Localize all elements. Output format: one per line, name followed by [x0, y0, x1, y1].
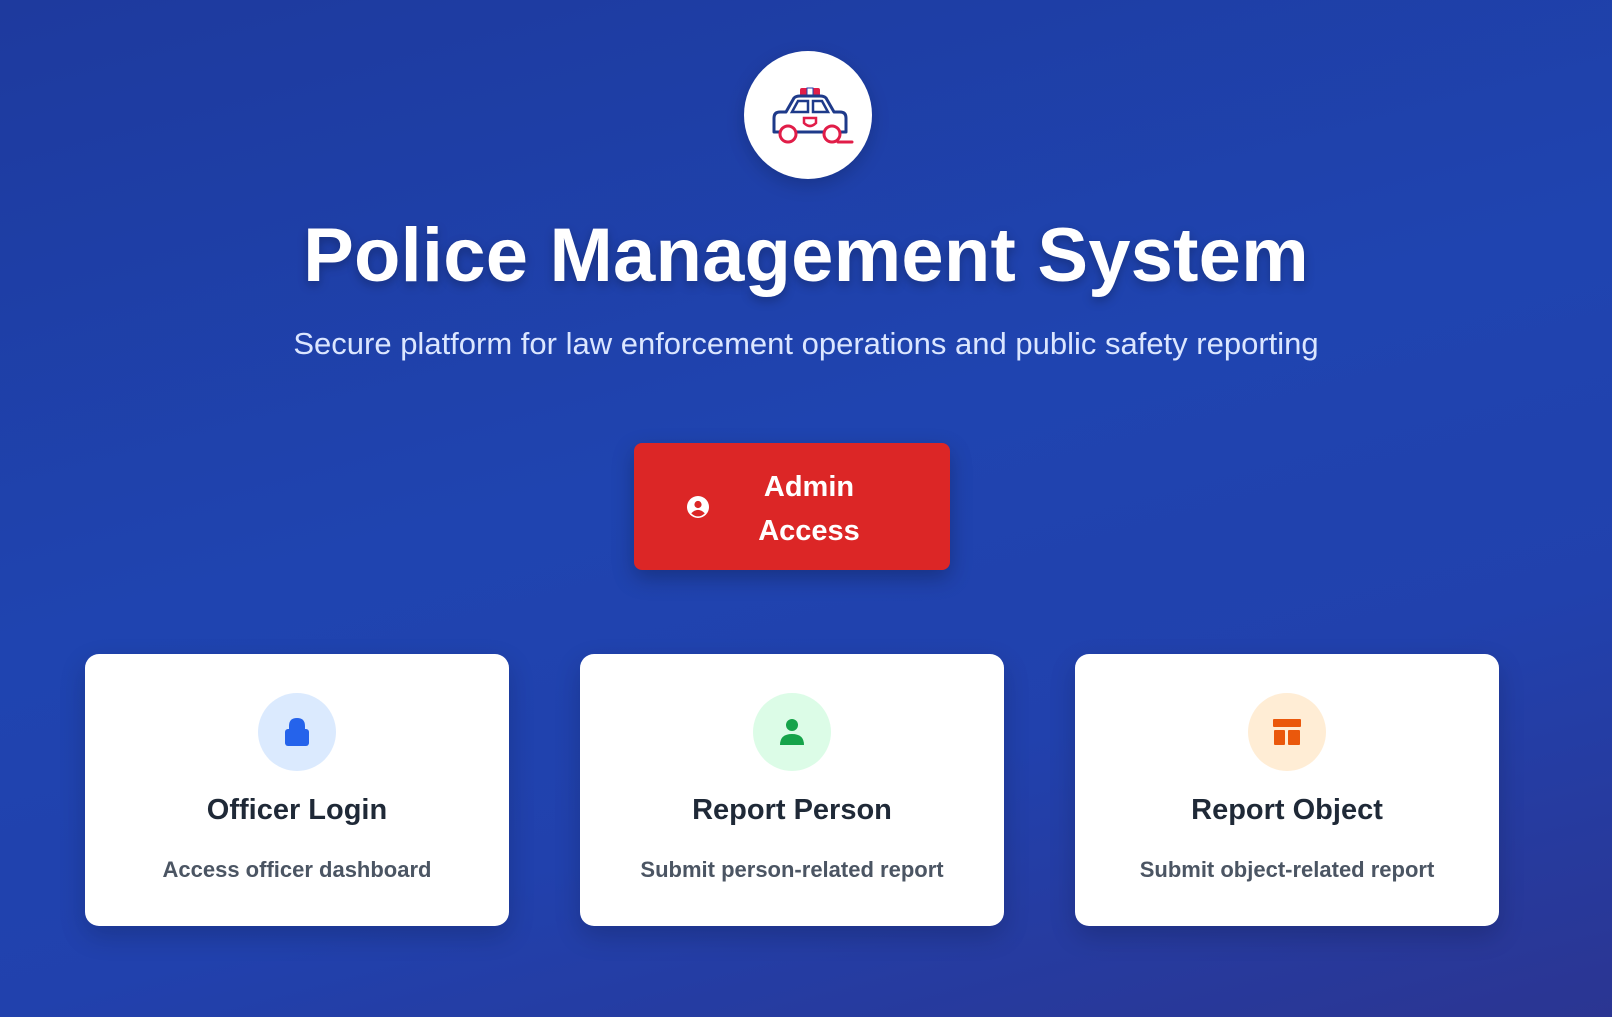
- action-cards: Officer Login Access officer dashboard R…: [85, 654, 1499, 926]
- page-subtitle: Secure platform for law enforcement oper…: [293, 326, 1319, 361]
- user-icon: [780, 719, 804, 745]
- box-icon: [1273, 719, 1301, 745]
- card-description: Access officer dashboard: [162, 857, 432, 882]
- report-person-card[interactable]: Report Person Submit person-related repo…: [580, 654, 1004, 926]
- report-object-card[interactable]: Report Object Submit object-related repo…: [1075, 654, 1499, 926]
- user-circle-icon: [686, 495, 710, 519]
- card-description: Submit person-related report: [640, 857, 944, 882]
- logo: [744, 51, 872, 179]
- lock-icon: [285, 718, 309, 746]
- admin-access-label: Admin Access: [758, 471, 860, 547]
- officer-login-icon-circle: [258, 693, 336, 771]
- officer-login-card[interactable]: Officer Login Access officer dashboard: [85, 654, 509, 926]
- card-title: Report Object: [1191, 794, 1383, 826]
- card-description: Submit object-related report: [1139, 857, 1435, 882]
- report-person-icon-circle: [753, 693, 831, 771]
- card-title: Officer Login: [206, 794, 388, 826]
- police-car-icon: [772, 87, 854, 144]
- page-title: Police Management System: [303, 213, 1309, 298]
- card-title: Report Person: [692, 794, 892, 826]
- admin-access-button[interactable]: Admin Access: [634, 443, 950, 570]
- report-object-icon-circle: [1248, 693, 1326, 771]
